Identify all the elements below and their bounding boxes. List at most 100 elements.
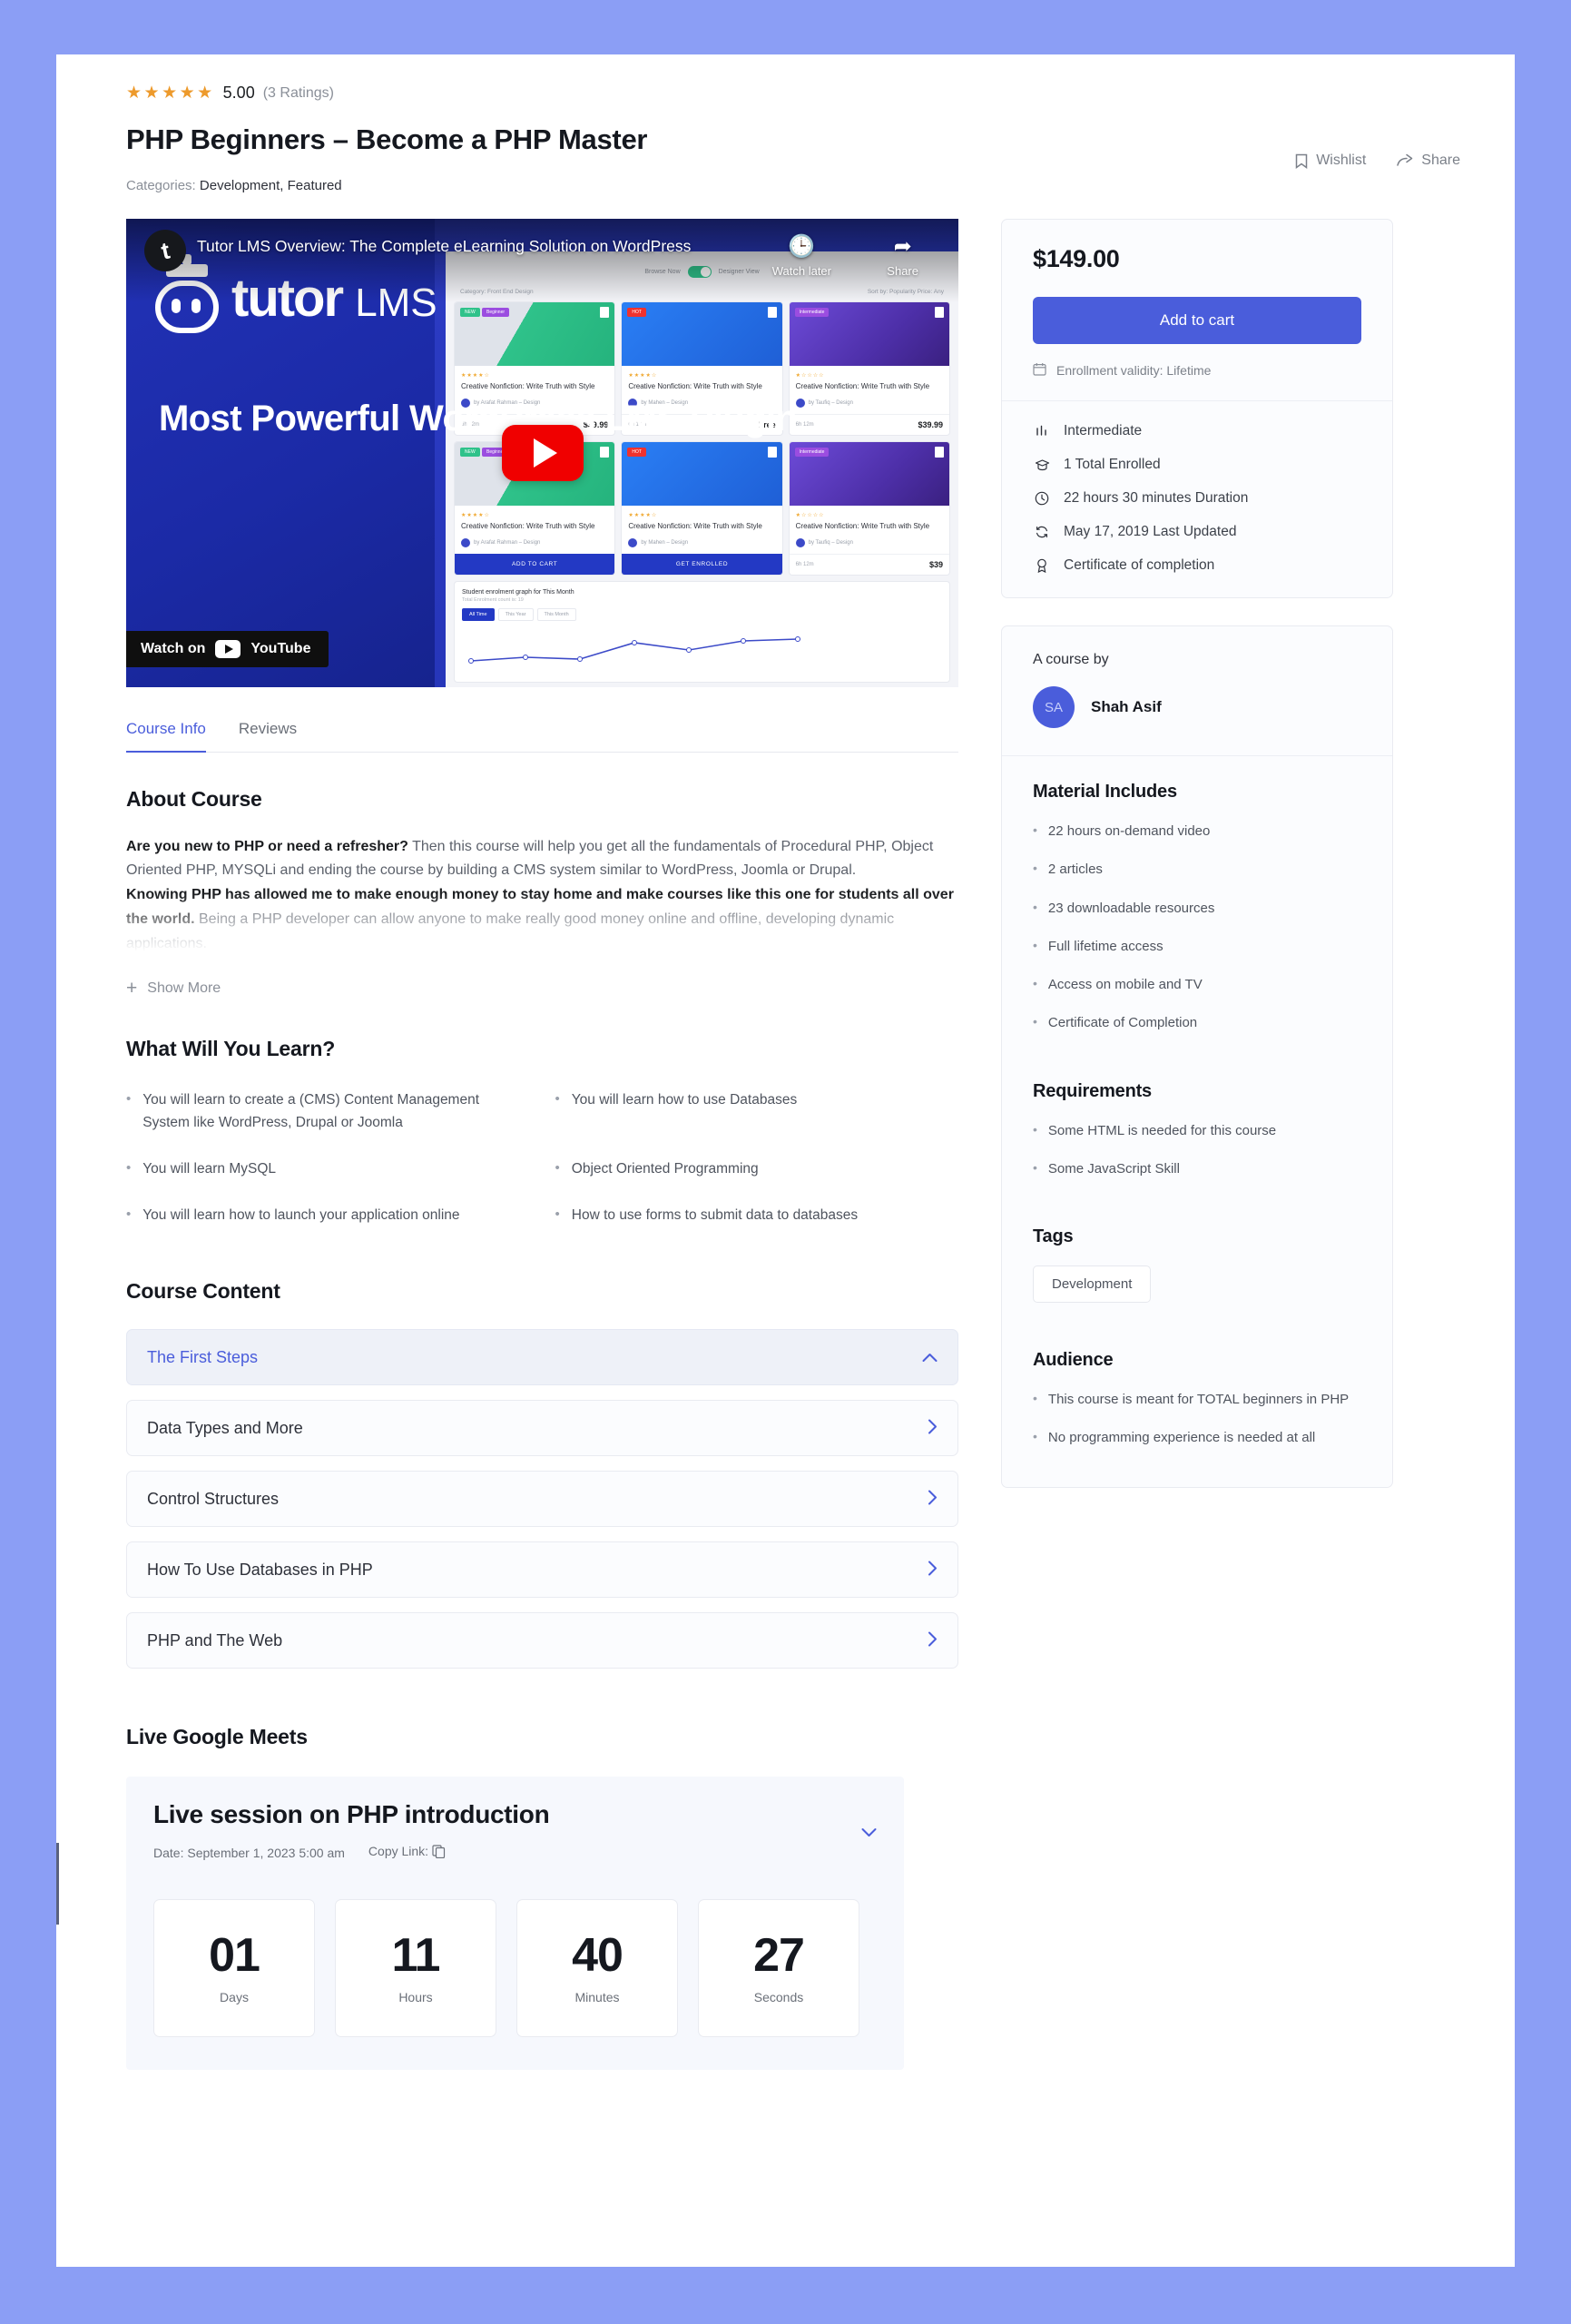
bullet-icon: • [126,1160,132,1177]
course-content-heading: Course Content [126,1279,280,1304]
course-content-accordion: The First Steps Data Types and More Cont… [126,1329,958,1669]
live-meet-date: Date: September 1, 2023 5:00 am [153,1845,345,1860]
course-tabs: Course Info Reviews [126,720,958,753]
tab-reviews[interactable]: Reviews [239,720,297,753]
author-label: A course by [1033,652,1109,667]
avatar: SA [1033,686,1075,728]
tags-heading: Tags [1033,1226,1074,1246]
bullet-icon: • [126,1206,132,1223]
accordion-item-the-first-steps[interactable]: The First Steps [126,1329,958,1386]
learn-heading: What Will You Learn? [126,1036,336,1060]
show-more-button[interactable]: + Show More [126,979,958,998]
course-page-card: ★★★★★ 5.00 (3 Ratings) PHP Beginners – B… [56,54,1515,2267]
mock-stars: ★★★★☆ [628,512,658,518]
author-name[interactable]: Shah Asif [1091,698,1162,716]
list-item: • This course is meant for TOTAL beginner… [1033,1389,1361,1410]
list-item: • You will learn to create a (CMS) Conten… [126,1088,530,1134]
mock-course-card: Intermediate ★☆☆☆☆ Creative Nonfiction: … [789,302,949,435]
countdown-timer: 01 Days 11 Hours 40 Minutes 27 Seconds [126,1879,904,2070]
material-includes-section: Material Includes • 22 hours on-demand vi… [1002,756,1392,1056]
copy-link-label: Copy Link: [368,1844,429,1859]
countdown-minutes: 40 Minutes [516,1899,678,2038]
course-rating: ★★★★★ 5.00 (3 Ratings) [126,84,1460,103]
bullet-icon: • [1033,822,1037,837]
show-more-label: Show More [147,980,221,996]
mock-author: by Arafat Rahman – Design [474,539,541,546]
graduation-cap-icon [1033,458,1051,472]
main-column: Browse Now Designer View Category: Front… [126,219,959,2071]
accordion-item-php-and-the-web[interactable]: PHP and The Web [126,1612,958,1669]
course-video-player[interactable]: Browse Now Designer View Category: Front… [126,219,958,687]
mock-stars: ★☆☆☆☆ [795,512,825,518]
accordion-item-how-to-use-databases-in-php[interactable]: How To Use Databases in PHP [126,1541,958,1599]
mock-author: by Taufiq – Design [808,399,853,406]
video-headline: Most Powerful WordPress LMS Plugin [159,399,798,438]
countdown-seconds-value: 27 [753,1929,805,1983]
accordion-label: How To Use Databases in PHP [147,1560,373,1579]
chevron-down-icon[interactable] [861,1824,877,1842]
live-meet-header[interactable]: Live session on PHP introduction Date: S… [126,1777,904,1879]
enrollment-validity: Enrollment validity: Lifetime [1033,362,1361,379]
countdown-seconds: 27 Seconds [698,1899,859,2038]
list-item: • How to use forms to submit data to data… [555,1204,959,1226]
audience-item-label: This course is meant for TOTAL beginners… [1047,1392,1350,1407]
mock-title: Creative Nonfiction: Write Truth with St… [628,521,762,530]
material-includes-list: • 22 hours on-demand video • 2 articles • 2… [1033,821,1361,1050]
author-row[interactable]: SA Shah Asif [1033,686,1361,728]
author-block: A course by SA Shah Asif [1002,626,1392,756]
watch-on-youtube-button[interactable]: Watch on YouTube [126,631,329,667]
add-to-cart-button[interactable]: Add to cart [1033,297,1361,344]
chevron-up-icon [922,1350,938,1365]
watch-later-button[interactable]: 🕒 Watch later [772,234,831,279]
material-item-label: Full lifetime access [1047,938,1164,954]
accordion-item-data-types-and-more[interactable]: Data Types and More [126,1400,958,1457]
meta-certificate: Certificate of completion [1033,557,1361,574]
categories-value[interactable]: Development, Featured [200,178,342,193]
learn-item-label: You will learn to create a (CMS) Content… [142,1091,480,1130]
copy-icon[interactable] [432,1845,446,1861]
clock-icon [1033,491,1051,506]
bullet-icon: • [1033,1014,1037,1029]
meta-certificate-label: Certificate of completion [1064,557,1215,573]
mock-cta: ADD TO CART [455,553,615,575]
wishlist-button[interactable]: Wishlist [1295,153,1366,169]
list-item: • 2 articles [1033,859,1361,880]
rating-count: (3 Ratings) [262,84,334,101]
accordion-item-control-structures[interactable]: Control Structures [126,1471,958,1528]
meta-enrolled-label: 1 Total Enrolled [1064,457,1161,472]
live-google-meets-section: Live Google Meets Live session on PHP in… [126,1725,958,2071]
live-meets-heading: Live Google Meets [126,1725,308,1749]
play-button[interactable] [501,425,584,481]
mock-duration: 6h 12m [795,421,814,428]
requirements-list: • Some HTML is needed for this course • So… [1033,1120,1361,1196]
list-item: • Certificate of Completion [1033,1012,1361,1033]
video-title[interactable]: Tutor LMS Overview: The Complete eLearni… [197,237,691,256]
page-title: PHP Beginners – Become a PHP Master [126,123,648,155]
share-button[interactable]: Share [1397,153,1460,169]
bullet-icon: • [1033,1159,1037,1175]
accordion-label: Data Types and More [147,1418,303,1437]
clock-icon: 🕒 [788,234,816,259]
tab-course-info[interactable]: Course Info [126,720,206,753]
refresh-icon [1033,525,1051,539]
learn-item-label: You will learn how to launch your applic… [142,1207,460,1224]
mock-price: $39.99 [918,419,943,429]
meta-last-updated-label: May 17, 2019 Last Updated [1064,524,1237,539]
video-share-button[interactable]: ➦ Share [887,235,918,279]
copy-link-group[interactable]: Copy Link: [368,1844,446,1861]
mock-course-card: Intermediate ★☆☆☆☆ Creative Nonfiction: … [789,441,949,575]
live-meet-title: Live session on PHP introduction [153,1800,550,1829]
meta-level-label: Intermediate [1064,423,1143,438]
tag-development[interactable]: Development [1033,1265,1152,1303]
video-share-label: Share [887,264,918,278]
accordion-label: The First Steps [147,1347,259,1366]
bullet-icon: • [1033,899,1037,914]
channel-avatar-icon[interactable]: t [144,230,186,271]
mock-title: Creative Nonfiction: Write Truth with St… [461,521,595,530]
mock-title: Creative Nonfiction: Write Truth with St… [795,521,930,530]
bullet-icon: • [1033,1429,1037,1444]
info-card: A course by SA Shah Asif Material Includ… [1001,625,1393,1488]
certificate-icon [1033,558,1051,573]
requirements-section: Requirements • Some HTML is needed for th… [1002,1056,1392,1202]
bookmark-icon [1295,153,1308,169]
